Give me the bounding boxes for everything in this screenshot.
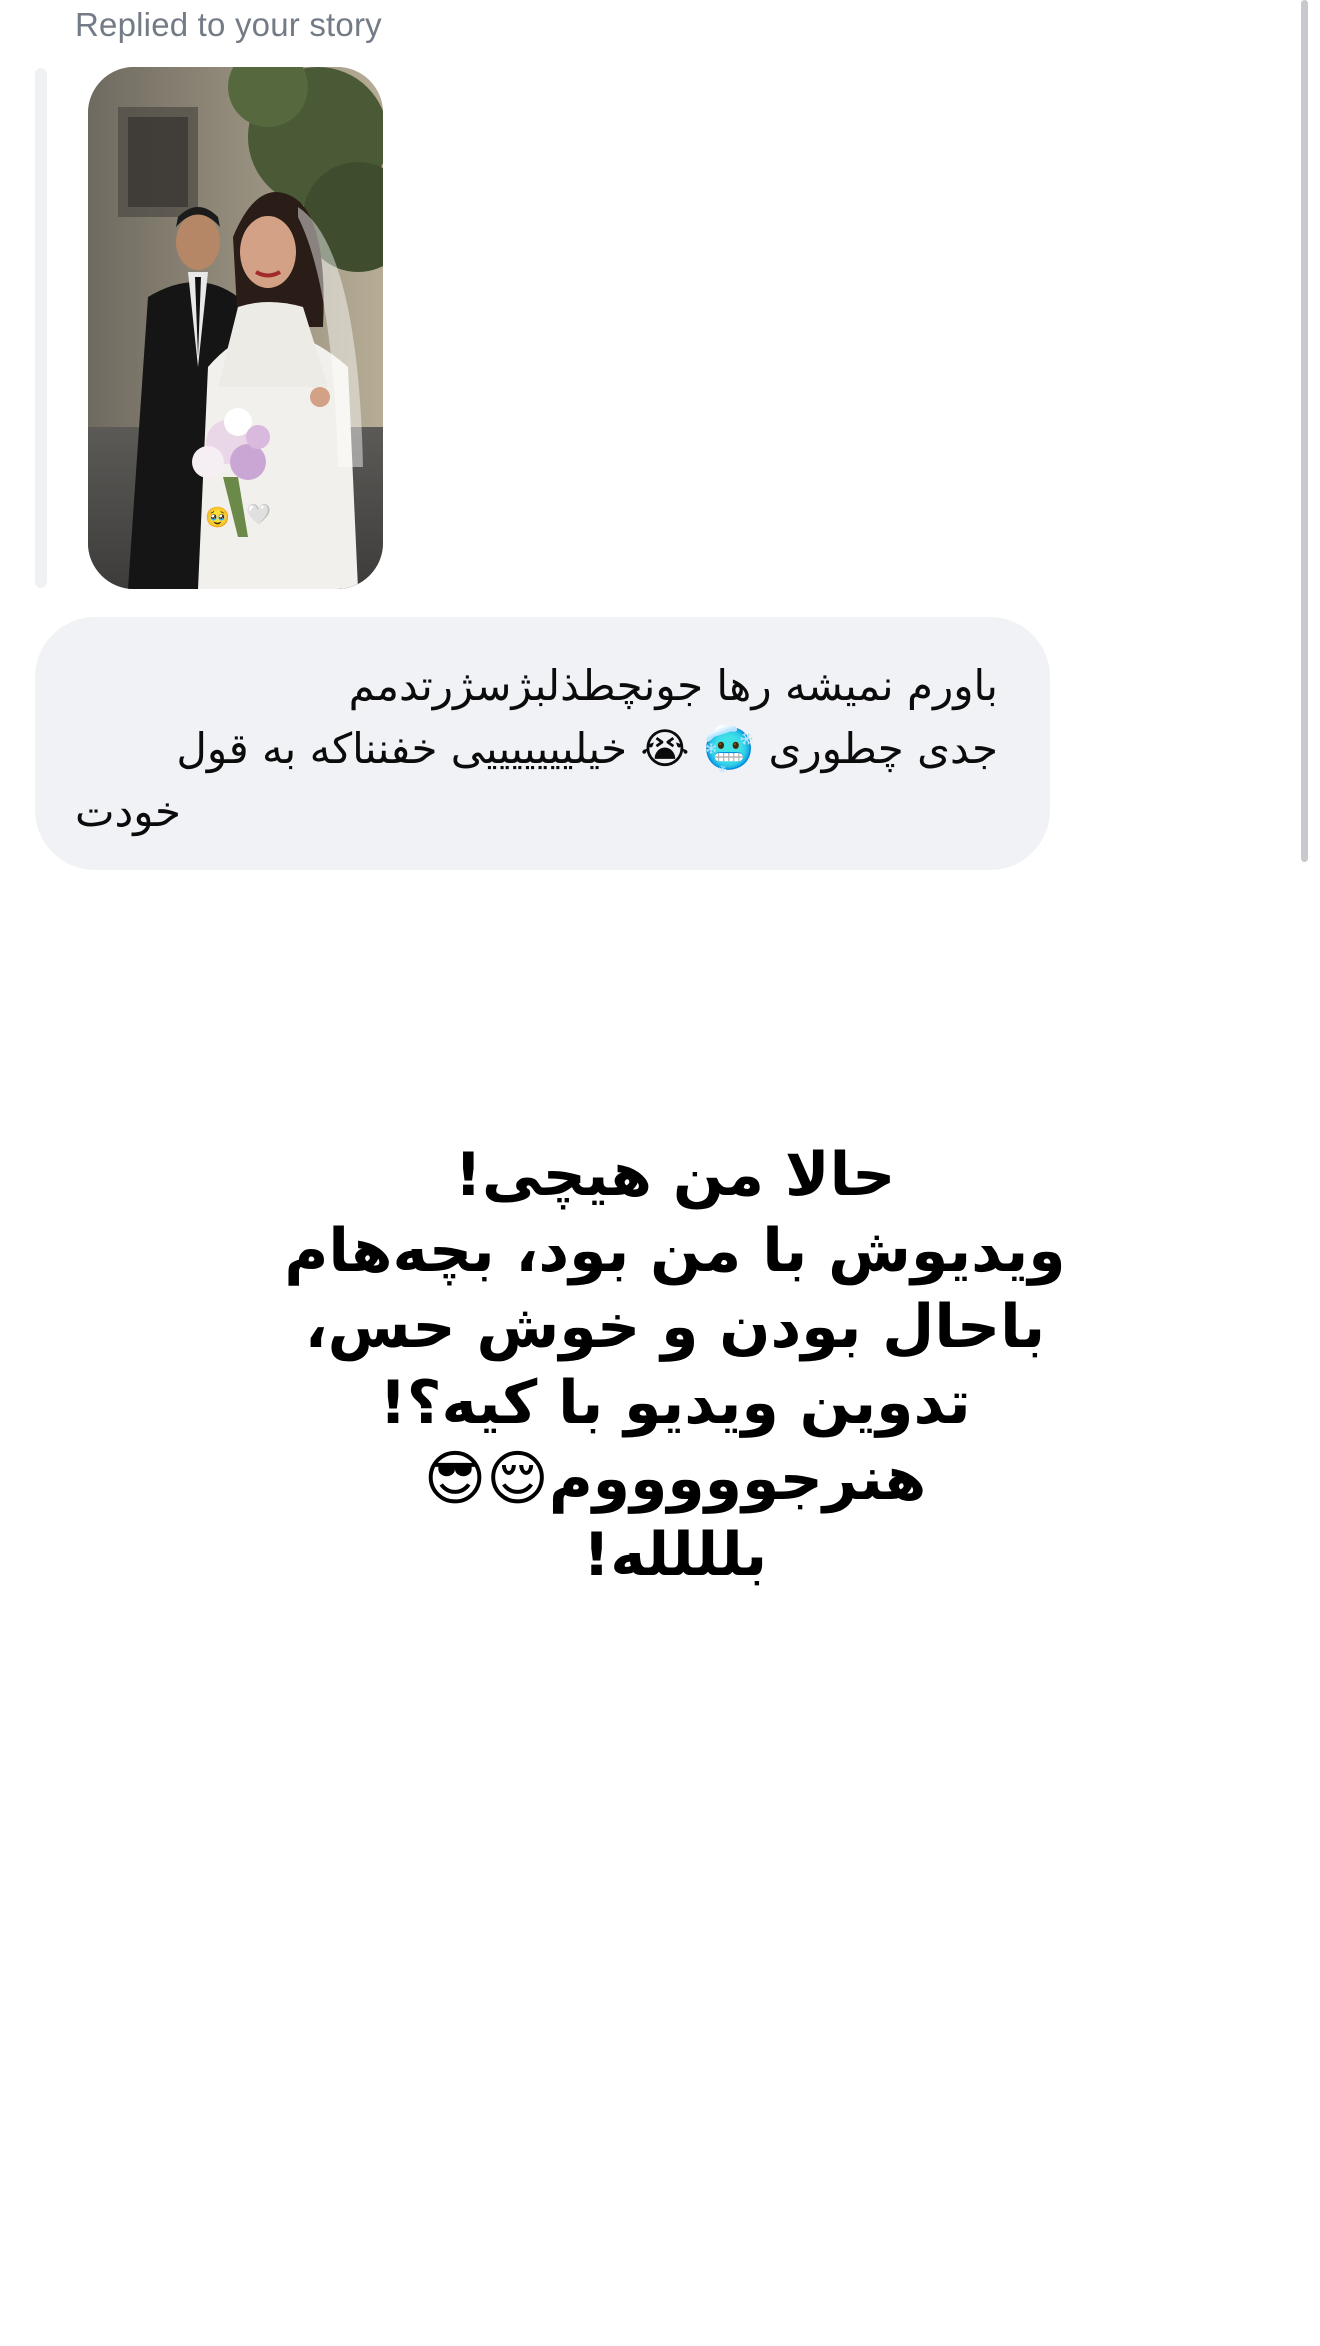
white-heart-sticker-icon: 🤍 [246,502,271,526]
face-holding-tears-sticker-icon: 🥹 [205,505,230,529]
story-text-line-2: ویدیوش با من بود، بچه‌هام [284,1216,1066,1286]
story-text-line-4: تدوین ویدیو با کیه؟! [379,1368,971,1438]
message-line-1: باورم نمیشه رها جونچطذلبژسژرتدمم [348,661,998,710]
reply-quote-bar [35,68,47,588]
message-line-2: جدی چطوری 🥶 😭 خیلیییییییی خفنناکه به قول [176,724,998,773]
scrollbar[interactable] [1301,0,1308,862]
story-text-block: حالا من هیچی! ویدیوش با من بود، بچه‌هام … [200,1137,1150,1593]
story-text-line-1: حالا من هیچی! [454,1140,896,1210]
message-bubble[interactable]: باورم نمیشه رها جونچطذلبژسژرتدمم جدی چطو… [35,617,1050,870]
story-text-line-3: باحال بودن و خوش حس، [304,1292,1046,1362]
story-photo-icon [88,67,383,589]
story-thumbnail[interactable]: 🥹 🤍 [88,67,383,589]
story-text-line-5: هنرجوووووم😌😎 [423,1444,927,1514]
replied-to-story-label: Replied to your story [75,6,382,43]
message-line-3: خودت [75,787,181,836]
story-text-line-6: بلللله! [582,1520,768,1590]
